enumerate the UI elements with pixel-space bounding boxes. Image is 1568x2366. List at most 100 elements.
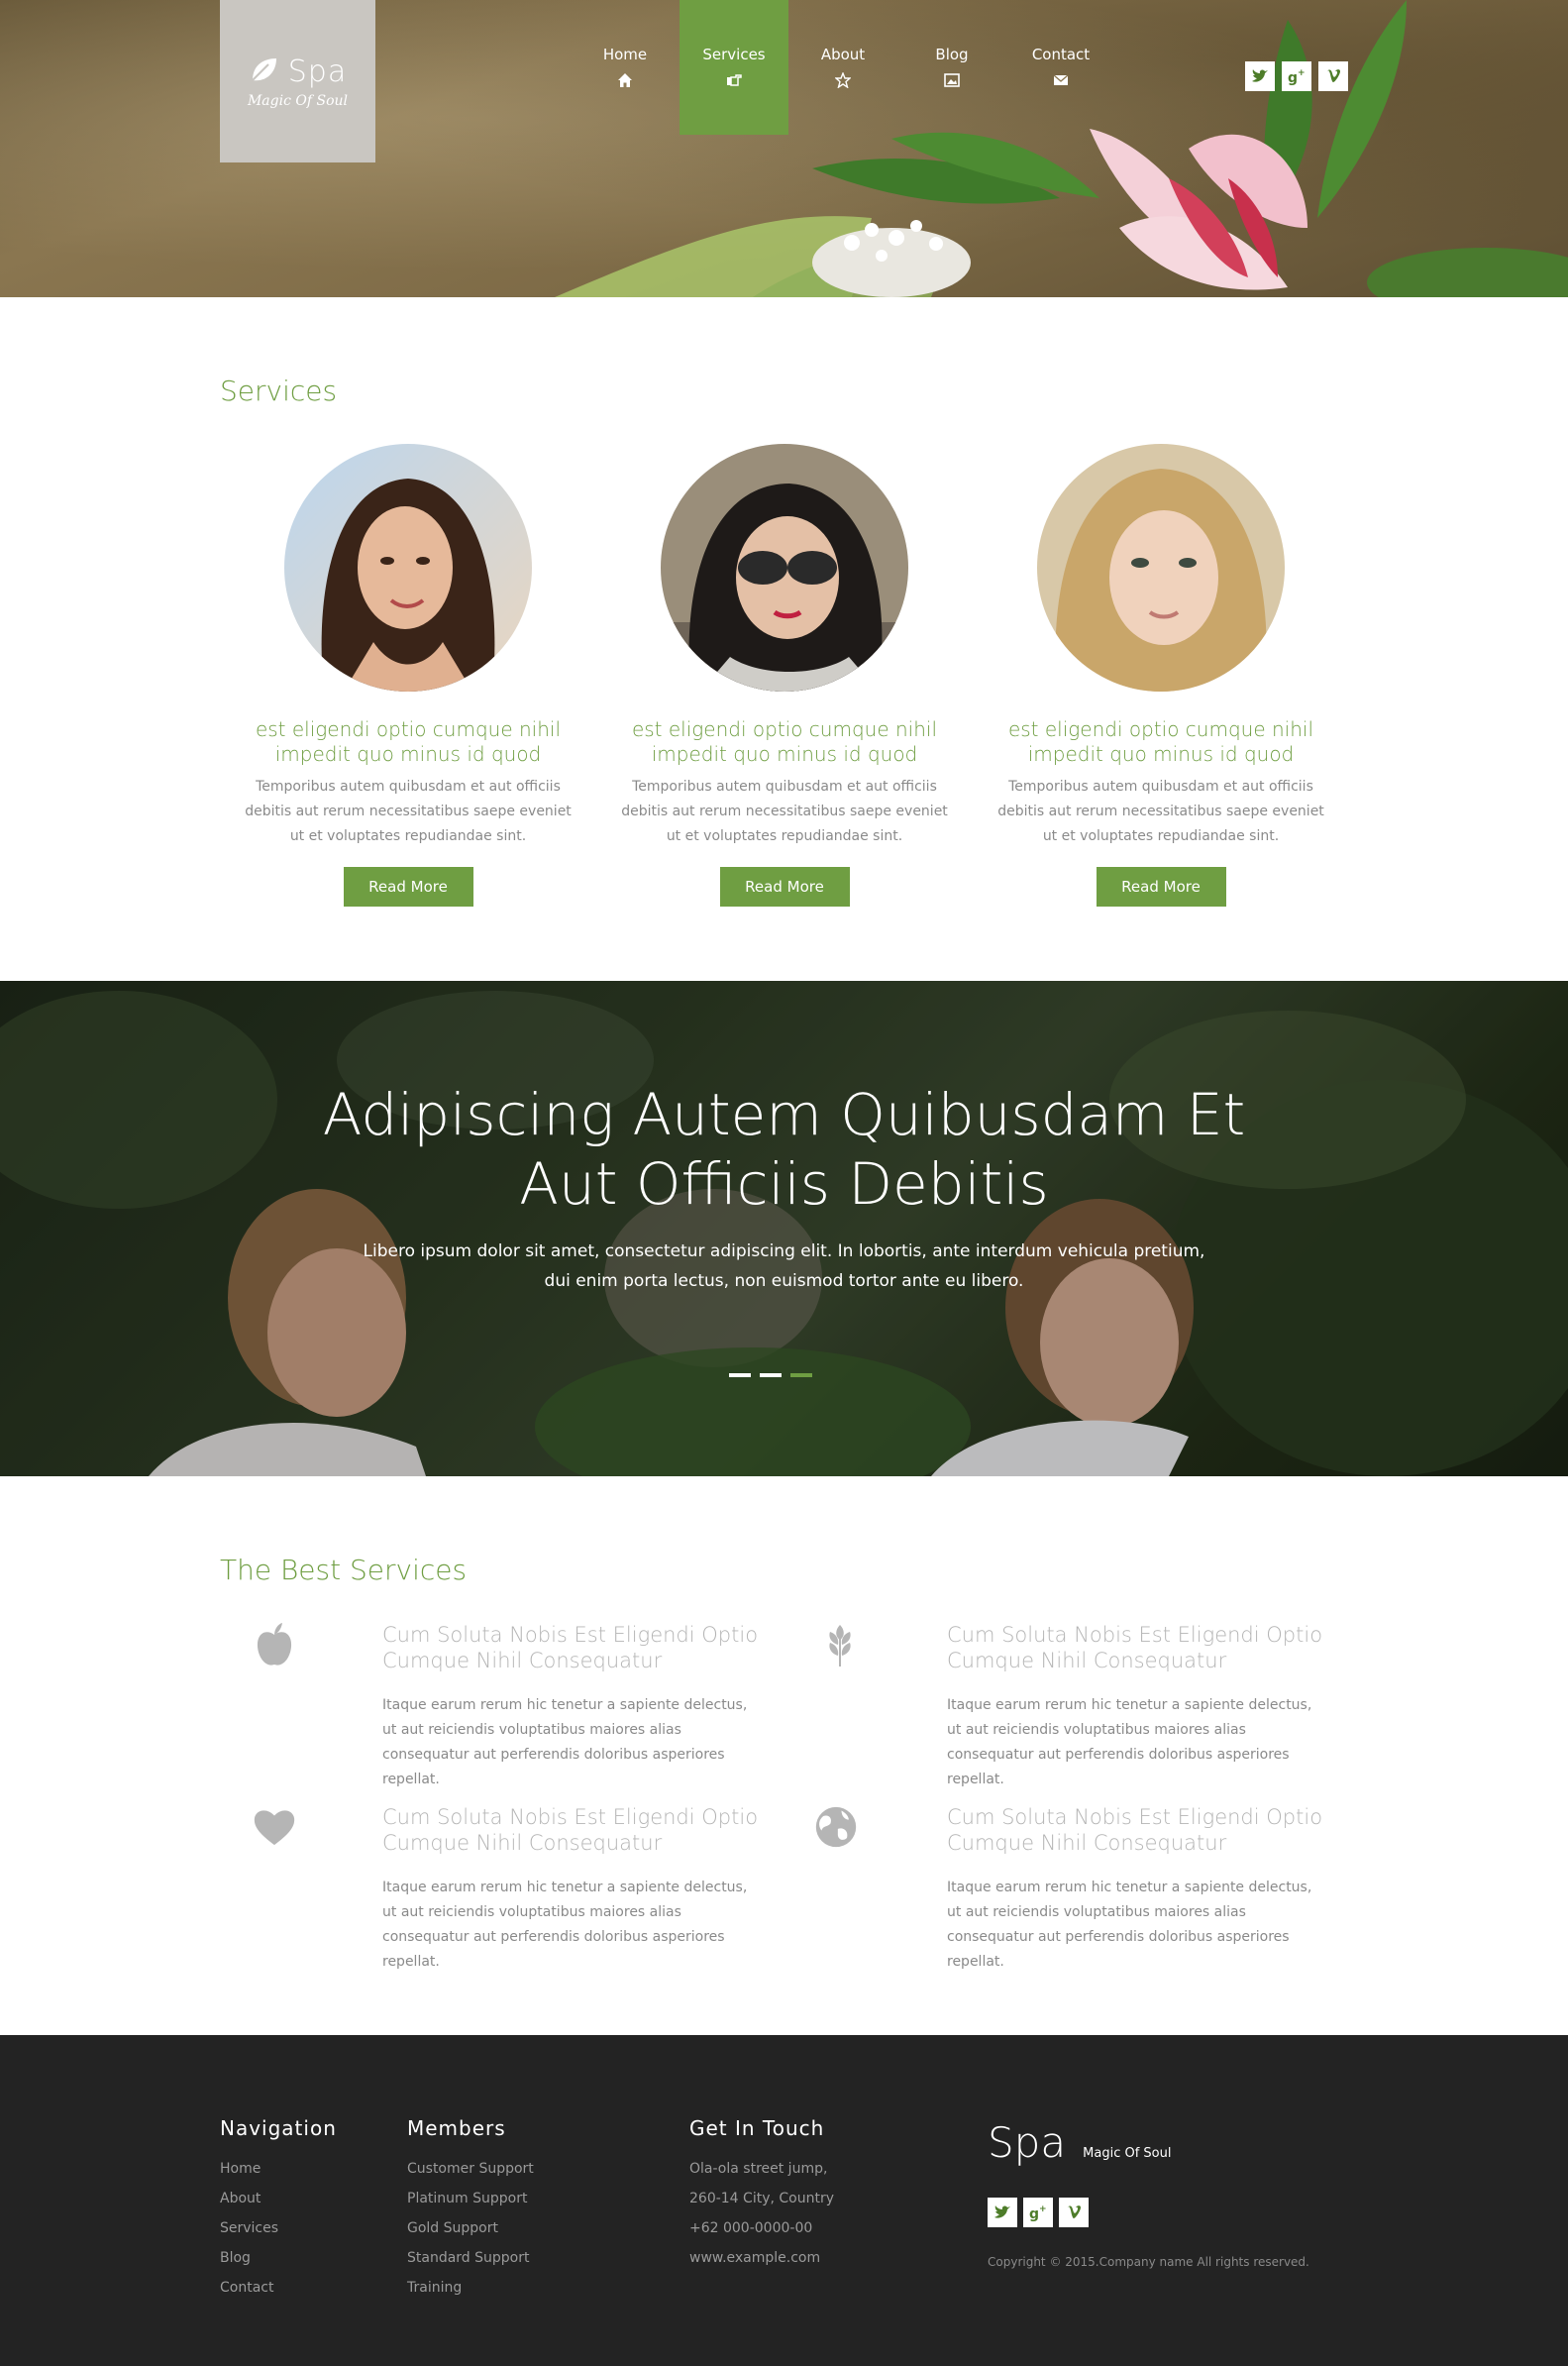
service-photo bbox=[284, 444, 532, 692]
nav-label: Blog bbox=[935, 46, 969, 63]
footer-link-contact[interactable]: Contact bbox=[220, 2280, 273, 2296]
logo[interactable]: Spa Magic Of Soul bbox=[220, 0, 375, 162]
banner-title: Adipiscing Autem Quibusdam Et Aut Offici… bbox=[0, 1080, 1568, 1219]
feature-title: Cum Soluta Nobis Est Eligendi Optio Cumq… bbox=[947, 1805, 1323, 1855]
nav-item-blog[interactable]: Blog bbox=[897, 0, 1006, 135]
hero-header: Spa Magic Of Soul Home Services About Bl… bbox=[0, 0, 1568, 297]
feature-item: Cum Soluta Nobis Est Eligendi Optio Cumq… bbox=[382, 1622, 759, 1792]
envelope-icon bbox=[1052, 71, 1070, 89]
hero-banner: Adipiscing Autem Quibusdam Et Aut Offici… bbox=[0, 981, 1568, 1476]
read-more-button[interactable]: Read More bbox=[719, 867, 850, 907]
feature-title: Cum Soluta Nobis Est Eligendi Optio Cumq… bbox=[382, 1623, 759, 1672]
copyright: Copyright © 2015.Company name All rights… bbox=[988, 2255, 1309, 2269]
service-photo bbox=[1037, 444, 1285, 692]
home-icon bbox=[616, 71, 634, 89]
service-heading: est eligendi optio cumque nihil impedit … bbox=[1007, 717, 1314, 766]
svg-text:g: g bbox=[1029, 2206, 1039, 2221]
footer-link-standard-support[interactable]: Standard Support bbox=[407, 2250, 529, 2266]
leaf-icon bbox=[249, 54, 278, 88]
service-card: est eligendi optio cumque nihil impedit … bbox=[616, 444, 953, 907]
service-heading: est eligendi optio cumque nihil impedit … bbox=[255, 717, 562, 766]
main-nav: Home Services About Blog Contact bbox=[571, 0, 1115, 135]
footer-navigation: Navigation Home About Services Blog Cont… bbox=[220, 2116, 337, 2303]
nav-item-contact[interactable]: Contact bbox=[1006, 0, 1115, 135]
globe-icon bbox=[814, 1803, 858, 1851]
banner-background bbox=[0, 981, 1568, 1476]
footer-contact: Get In Touch Ola-ola street jump, 260-14… bbox=[689, 2116, 834, 2273]
footer-link-services[interactable]: Services bbox=[220, 2220, 278, 2236]
banner-text-line: Libero ipsum dolor sit amet, consectetur… bbox=[363, 1241, 1205, 1261]
footer-heading: Get In Touch bbox=[689, 2116, 825, 2140]
svg-text:+: + bbox=[1039, 2205, 1047, 2214]
header-social: g + bbox=[1245, 61, 1348, 91]
footer-brand-tagline: Magic Of Soul bbox=[1083, 2146, 1172, 2161]
services-title: Services bbox=[220, 375, 338, 407]
nav-item-services[interactable]: Services bbox=[679, 0, 788, 135]
feature-text: Itaque earum rerum hic tenetur a sapient… bbox=[382, 1880, 748, 1970]
footer-link-home[interactable]: Home bbox=[220, 2161, 261, 2177]
slider-dot[interactable] bbox=[729, 1373, 751, 1377]
wheat-icon bbox=[818, 1621, 862, 1668]
footer: Navigation Home About Services Blog Cont… bbox=[0, 2035, 1568, 2366]
apple-icon bbox=[253, 1621, 296, 1668]
best-services-title: The Best Services bbox=[220, 1554, 468, 1586]
contact-phone: +62 000-0000-00 bbox=[689, 2220, 813, 2236]
feature-text: Itaque earum rerum hic tenetur a sapient… bbox=[947, 1697, 1312, 1787]
banner-text: Libero ipsum dolor sit amet, consectetur… bbox=[0, 1237, 1568, 1296]
logo-tagline: Magic Of Soul bbox=[247, 92, 349, 109]
heart-icon bbox=[253, 1803, 296, 1851]
contact-street: Ola-ola street jump, bbox=[689, 2161, 828, 2177]
footer-link-training[interactable]: Training bbox=[407, 2280, 462, 2296]
footer-brand-name: Spa bbox=[988, 2118, 1067, 2167]
footer-social: g + bbox=[988, 2198, 1089, 2227]
footer-members: Members Customer Support Platinum Suppor… bbox=[407, 2116, 534, 2303]
feature-text: Itaque earum rerum hic tenetur a sapient… bbox=[382, 1697, 748, 1787]
slider-dots bbox=[729, 1373, 812, 1377]
service-card: est eligendi optio cumque nihil impedit … bbox=[240, 444, 576, 907]
read-more-button[interactable]: Read More bbox=[1096, 867, 1226, 907]
footer-link-customer-support[interactable]: Customer Support bbox=[407, 2161, 534, 2177]
twitter-icon[interactable] bbox=[1245, 61, 1275, 91]
slider-dot[interactable] bbox=[760, 1373, 782, 1377]
footer-link-about[interactable]: About bbox=[220, 2191, 261, 2206]
image-icon bbox=[943, 71, 961, 89]
nav-label: Services bbox=[702, 46, 766, 63]
service-text: Temporibus autem quibusdam et aut offici… bbox=[621, 779, 948, 844]
read-more-button[interactable]: Read More bbox=[343, 867, 473, 907]
nav-item-about[interactable]: About bbox=[788, 0, 897, 135]
footer-link-gold-support[interactable]: Gold Support bbox=[407, 2220, 498, 2236]
vimeo-icon[interactable] bbox=[1059, 2198, 1089, 2227]
feature-item: Cum Soluta Nobis Est Eligendi Optio Cumq… bbox=[947, 1622, 1323, 1792]
feature-item: Cum Soluta Nobis Est Eligendi Optio Cumq… bbox=[382, 1804, 759, 1975]
contact-city: 260-14 City, Country bbox=[689, 2191, 834, 2206]
svg-text:g: g bbox=[1288, 70, 1298, 85]
service-heading: est eligendi optio cumque nihil impedit … bbox=[631, 717, 938, 766]
banner-text-line: dui enim porta lectus, non euismod torto… bbox=[544, 1271, 1024, 1291]
banner-title-line: Adipiscing Autem Quibusdam Et bbox=[322, 1081, 1246, 1148]
service-photo bbox=[661, 444, 908, 692]
twitter-icon[interactable] bbox=[988, 2198, 1017, 2227]
footer-link-blog[interactable]: Blog bbox=[220, 2250, 251, 2266]
google-plus-icon[interactable]: g + bbox=[1023, 2198, 1053, 2227]
feature-title: Cum Soluta Nobis Est Eligendi Optio Cumq… bbox=[947, 1623, 1323, 1672]
svg-text:+: + bbox=[1298, 68, 1306, 78]
feature-item: Cum Soluta Nobis Est Eligendi Optio Cumq… bbox=[947, 1804, 1323, 1975]
nav-label: About bbox=[820, 46, 866, 63]
nav-item-home[interactable]: Home bbox=[571, 0, 679, 135]
service-text: Temporibus autem quibusdam et aut offici… bbox=[245, 779, 572, 844]
feature-title: Cum Soluta Nobis Est Eligendi Optio Cumq… bbox=[382, 1805, 759, 1855]
nav-label: Home bbox=[602, 46, 648, 63]
vimeo-icon[interactable] bbox=[1318, 61, 1348, 91]
service-text: Temporibus autem quibusdam et aut offici… bbox=[997, 779, 1324, 844]
footer-link-platinum-support[interactable]: Platinum Support bbox=[407, 2191, 527, 2206]
google-plus-icon[interactable]: g + bbox=[1282, 61, 1311, 91]
slider-dot-active[interactable] bbox=[790, 1373, 812, 1377]
hand-point-icon bbox=[725, 71, 743, 89]
nav-label: Contact bbox=[1031, 46, 1091, 63]
contact-website[interactable]: www.example.com bbox=[689, 2250, 820, 2266]
service-card: est eligendi optio cumque nihil impedit … bbox=[993, 444, 1329, 907]
footer-brand: Spa Magic Of Soul bbox=[988, 2118, 1171, 2167]
logo-title: Spa bbox=[287, 54, 348, 89]
footer-heading: Members bbox=[407, 2116, 506, 2140]
footer-heading: Navigation bbox=[220, 2116, 337, 2140]
